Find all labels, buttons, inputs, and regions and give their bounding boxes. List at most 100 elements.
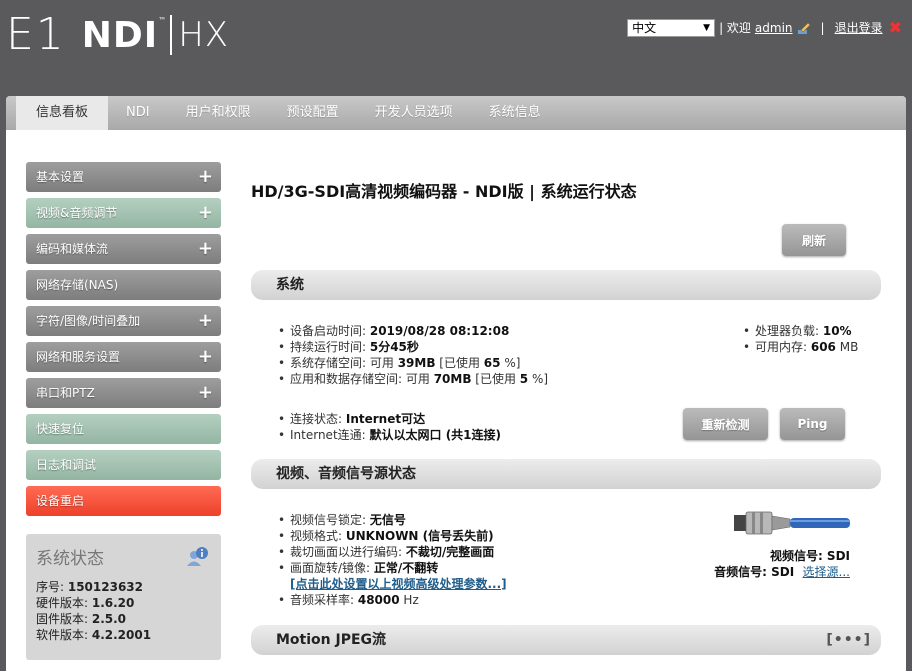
recheck-button[interactable]: 重新检测 [683, 408, 768, 440]
system-info-list: 设备启动时间: 2019/08/28 08:12:08 持续运行时间: 5分45… [276, 323, 548, 387]
tab-ndi[interactable]: NDI [108, 96, 168, 130]
tab-developer[interactable]: 开发人员选项 [357, 96, 471, 130]
sidebar-item-label: 串口和PTZ [36, 386, 95, 400]
sw-row: 软件版本: 4.2.2001 [36, 627, 211, 643]
logo-e1: E1 [6, 9, 66, 60]
expand-more-button[interactable]: [•••] [826, 625, 871, 655]
video-format-value: UNKNOWN (信号丢失前) [345, 529, 494, 543]
fw-label: 固件版本: [36, 612, 92, 626]
logout-close-icon[interactable]: ✖ [889, 18, 902, 37]
serial-label: 序号: [36, 580, 68, 594]
serial-value: 150123632 [67, 580, 144, 594]
rotate-value: 正常/不翻转 [373, 561, 439, 575]
sidebar-item-quick-reset[interactable]: 快速复位 [26, 414, 221, 444]
app-storage-label: 应用和数据存储空间: 可用 [290, 372, 434, 386]
hw-value: 1.6.20 [91, 596, 135, 610]
video-format-item: 视频格式: UNKNOWN (信号丢失前) [276, 528, 507, 544]
sdi-connector-icon [734, 511, 850, 535]
system-status-box: 系统状态 序号: 150123632 硬件版本: 1.6.20 固件版本: 2.… [26, 534, 221, 660]
cpu-item: 处理器负载: 10% [741, 323, 858, 339]
video-lock-label: 视频信号锁定: [290, 513, 370, 527]
advanced-settings-link[interactable]: [点击此处设置以上视频高级处理参数...] [290, 577, 507, 591]
sidebar-item-overlay[interactable]: 字符/图像/时间叠加 + [26, 306, 221, 336]
sw-value: 4.2.2001 [91, 628, 152, 642]
sidebar-item-nas[interactable]: 网络存储(NAS) [26, 270, 221, 300]
select-source-link[interactable]: 选择源... [803, 565, 850, 579]
ping-button[interactable]: Ping [780, 408, 845, 440]
logo-hx: HX [178, 15, 230, 55]
sidebar-item-logs[interactable]: 日志和调试 [26, 450, 221, 480]
video-signal-label: 视频信号: [769, 549, 827, 563]
system-storage-used-suffix: %] [500, 356, 521, 370]
connection-item: 连接状态: Internet可达 [276, 411, 501, 427]
app-storage-used: 5 [519, 372, 529, 386]
logout-link[interactable]: 退出登录 [835, 19, 883, 36]
plus-icon: + [197, 382, 213, 403]
app-storage-used-suffix: %] [528, 372, 549, 386]
audio-rate-label: 音频采样率: [290, 593, 358, 607]
language-select[interactable]: 中文 ▼ [627, 18, 716, 37]
plus-icon: + [197, 202, 213, 223]
audio-rate-value: 48000 [357, 593, 400, 607]
system-storage-used: 65 [483, 356, 501, 370]
crop-item: 裁切画面以进行编码: 不裁切/完整画面 [276, 544, 507, 560]
plus-icon: + [197, 238, 213, 259]
video-lock-value: 无信号 [369, 513, 406, 527]
header: E1 NDI ™ HX 中文 ▼ | 欢迎 admin | 退出登录 ✖ [0, 0, 912, 96]
divider: | [820, 20, 825, 35]
serial-row: 序号: 150123632 [36, 579, 211, 595]
logo-ndi: NDI [81, 14, 159, 56]
sidebar-item-label: 快速复位 [36, 422, 85, 436]
uptime-value: 5分45秒 [369, 340, 419, 354]
tab-presets[interactable]: 预设配置 [269, 96, 357, 130]
refresh-button[interactable]: 刷新 [782, 224, 846, 256]
edit-profile-icon[interactable] [797, 21, 811, 35]
cpu-label: 处理器负载: [755, 324, 823, 338]
sidebar-item-label: 网络存储(NAS) [36, 278, 119, 292]
app-storage-used-prefix: [已使用 [471, 372, 520, 386]
sidebar-item-encoding[interactable]: 编码和媒体流 + [26, 234, 221, 264]
connection-value: Internet可达 [345, 412, 426, 426]
av-info-list: 视频信号锁定: 无信号 视频格式: UNKNOWN (信号丢失前) 裁切画面以进… [276, 512, 507, 608]
video-format-label: 视频格式: [290, 529, 346, 543]
sidebar-item-network[interactable]: 网络和服务设置 + [26, 342, 221, 372]
hw-row: 硬件版本: 1.6.20 [36, 595, 211, 611]
sidebar-item-label: 设备重启 [36, 494, 85, 508]
system-section-header: 系统 [251, 270, 881, 300]
cpu-value: 10% [822, 324, 852, 338]
internet-value: 默认以太网口 (共1连接) [369, 428, 502, 442]
hw-label: 硬件版本: [36, 596, 92, 610]
signal-source-labels: 视频信号: SDI 音频信号: SDI 选择源... [700, 548, 850, 580]
tab-system-info[interactable]: 系统信息 [471, 96, 559, 130]
system-storage-item: 系统存储空间: 可用 39MB [已使用 65 %] [276, 355, 548, 371]
mjpeg-section-header: Motion JPEG流 [•••] [251, 625, 881, 655]
sidebar-item-reboot[interactable]: 设备重启 [26, 486, 221, 516]
main-nav: 信息看板 NDI 用户和权限 预设配置 开发人员选项 系统信息 [6, 96, 906, 130]
sidebar-item-label: 日志和调试 [36, 458, 97, 472]
user-info-icon[interactable] [185, 544, 211, 570]
fw-row: 固件版本: 2.5.0 [36, 611, 211, 627]
tab-users[interactable]: 用户和权限 [168, 96, 269, 130]
plus-icon: + [197, 346, 213, 367]
sidebar: 基本设置 + 视频&音频调节 + 编码和媒体流 + 网络存储(NAS) 字符/图… [26, 162, 221, 522]
fw-value: 2.5.0 [91, 612, 127, 626]
sidebar-item-label: 网络和服务设置 [36, 350, 121, 364]
crop-label: 裁切画面以进行编码: [290, 545, 406, 559]
section-title: 视频、音频信号源状态 [276, 466, 416, 482]
boot-time-label: 设备启动时间: [290, 324, 370, 338]
user-link[interactable]: admin [755, 21, 793, 35]
sidebar-item-label: 编码和媒体流 [36, 242, 109, 256]
audio-signal-label: 音频信号: [714, 565, 772, 579]
sidebar-item-video-audio[interactable]: 视频&音频调节 + [26, 198, 221, 228]
advanced-link-item: [点击此处设置以上视频高级处理参数...] [276, 576, 507, 592]
sidebar-item-label: 基本设置 [36, 170, 85, 184]
sidebar-item-serial-ptz[interactable]: 串口和PTZ + [26, 378, 221, 408]
product-logo: E1 NDI ™ HX [6, 10, 229, 60]
boot-time-value: 2019/08/28 08:12:08 [369, 324, 510, 338]
logo-trademark: ™ [158, 16, 167, 25]
tab-dashboard[interactable]: 信息看板 [16, 96, 109, 130]
video-signal-row: 视频信号: SDI [700, 548, 850, 564]
internet-item: Internet连通: 默认以太网口 (共1连接) [276, 427, 501, 443]
system-storage-label: 系统存储空间: 可用 [290, 356, 398, 370]
sidebar-item-basic-settings[interactable]: 基本设置 + [26, 162, 221, 192]
